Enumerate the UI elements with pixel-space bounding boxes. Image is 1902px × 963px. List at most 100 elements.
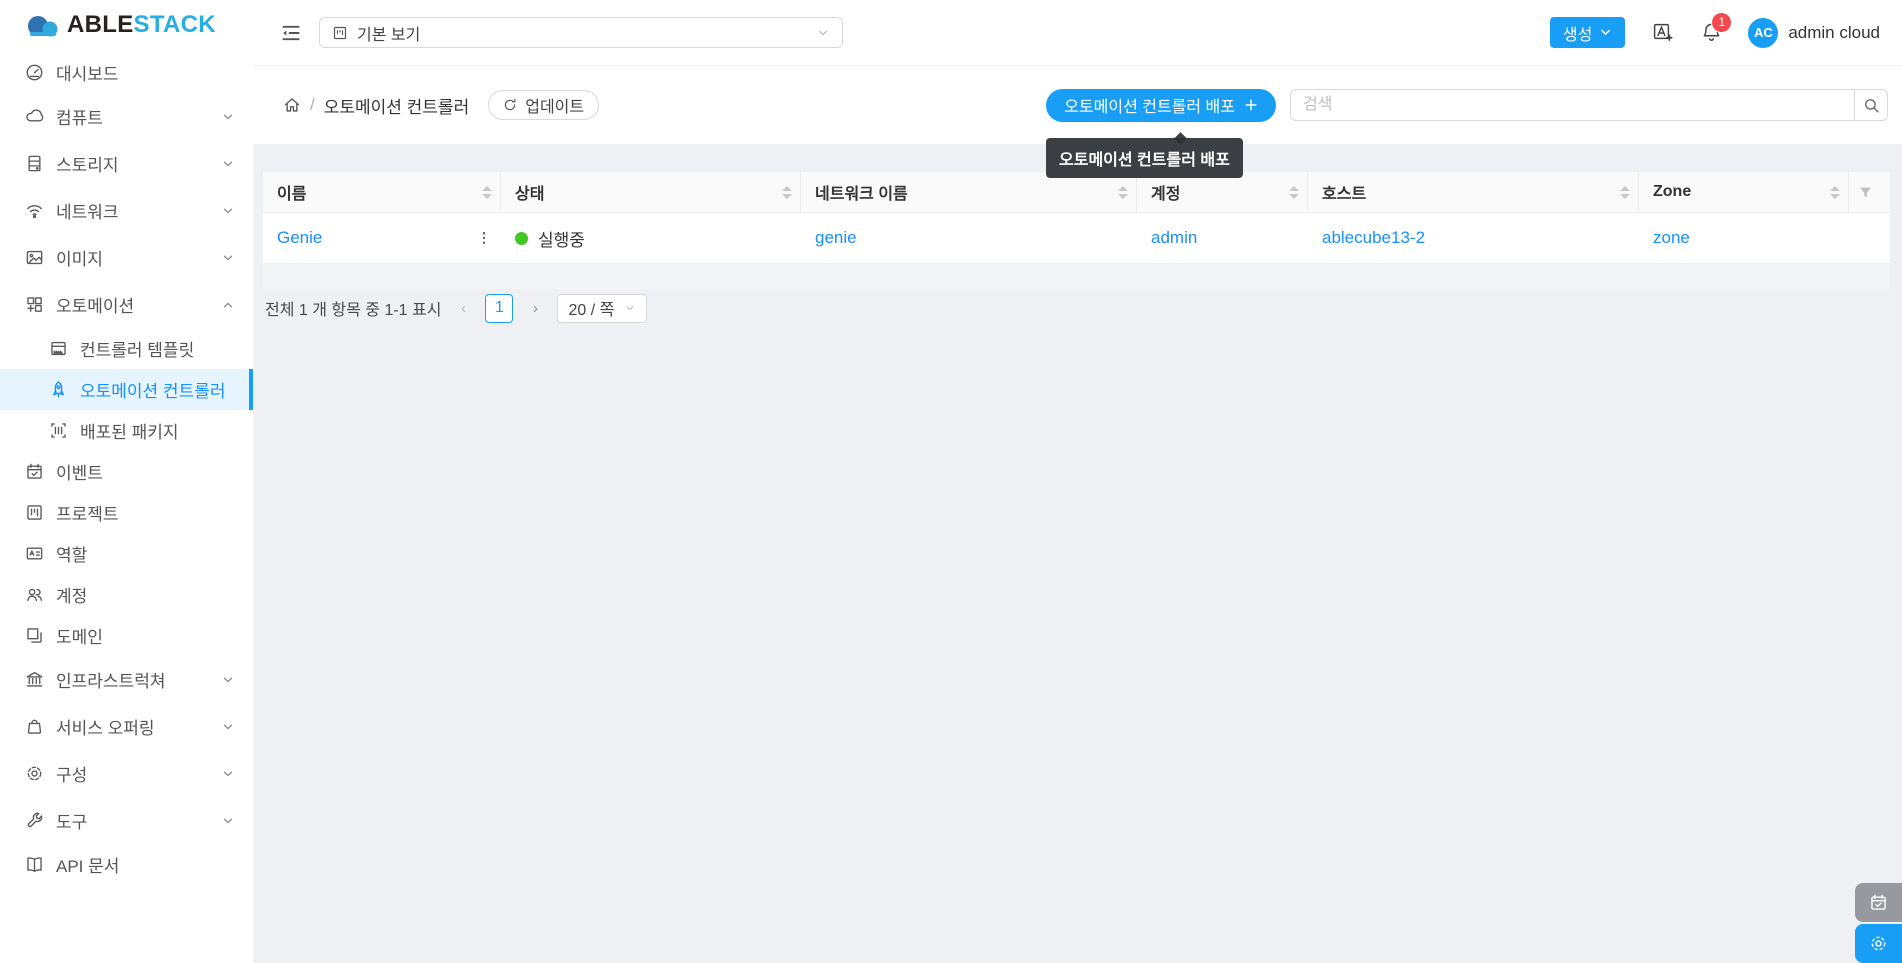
ablestack-logo[interactable]: ABLESTACK: [0, 0, 253, 50]
pagination-summary: 전체 1 개 항목 중 1-1 표시: [265, 302, 442, 319]
sidebar-item-label: 배포된 패키지: [80, 423, 179, 442]
view-select[interactable]: 기본 보기: [319, 17, 843, 48]
sidebar-item-label: 도메인: [56, 628, 103, 647]
status-badge: 실행중: [515, 226, 585, 251]
project-icon: [24, 503, 44, 523]
pagination: 전체 1 개 항목 중 1-1 표시 ‹ 1 › 20 / 쪽: [265, 288, 648, 328]
notification-bell-icon[interactable]: 1: [1699, 12, 1732, 45]
row-host-link[interactable]: ablecube13-2: [1322, 228, 1425, 248]
chevron-down-icon: [221, 767, 235, 781]
deploy-tooltip: 오토메이션 컨트롤러 배포: [1046, 132, 1243, 178]
column-header-host[interactable]: 호스트: [1308, 172, 1639, 212]
sidebar-item-label: 서비스 오퍼링: [56, 719, 155, 738]
team-icon: [24, 585, 44, 605]
column-header-zone[interactable]: Zone: [1639, 172, 1849, 212]
search-icon[interactable]: [1854, 89, 1888, 121]
sidebar-item-accounts[interactable]: 계정: [0, 574, 253, 615]
page-number[interactable]: 1: [485, 293, 514, 323]
package-icon: [48, 421, 68, 441]
header-right: 생성 1 AC admin cloud: [1549, 12, 1880, 48]
sidebar-item-configuration[interactable]: 구성: [0, 750, 253, 797]
prev-page-icon[interactable]: ‹: [451, 294, 475, 322]
sidebar-item-label: API 문서: [56, 857, 120, 876]
gear-icon: [1871, 936, 1886, 951]
status-dot-running: [515, 231, 528, 245]
page-size-select[interactable]: 20 / 쪽: [557, 293, 648, 323]
bank-icon: [24, 670, 44, 690]
sidebar-item-label: 계정: [56, 587, 88, 606]
home-icon[interactable]: [283, 96, 301, 114]
sidebar-item-network[interactable]: 네트워크: [0, 187, 253, 234]
row-name-link[interactable]: Genie: [277, 228, 322, 248]
action-bar-right: 오토메이션 컨트롤러 배포: [1046, 88, 1888, 122]
plus-icon: [1245, 99, 1257, 111]
sidebar-item-storage[interactable]: 스토리지: [0, 140, 253, 187]
project-view-icon: [332, 25, 348, 41]
sorter-icon: [1118, 185, 1128, 199]
sorter-icon: [1289, 185, 1299, 199]
row-zone-link[interactable]: zone: [1653, 228, 1690, 248]
sidebar-item-label: 역할: [56, 546, 88, 565]
sidebar-item-service-offerings[interactable]: 서비스 오퍼링: [0, 703, 253, 750]
gear-icon: [24, 764, 44, 784]
rocket-icon: [48, 380, 68, 400]
sidebar-item-automation[interactable]: 오토메이션: [0, 281, 253, 328]
sorter-icon: [482, 185, 492, 199]
sidebar-item-tools[interactable]: 도구: [0, 797, 253, 844]
column-header-network[interactable]: 네트워크 이름: [801, 172, 1137, 212]
sidebar-item-label: 대시보드: [56, 65, 119, 84]
column-header-account[interactable]: 계정: [1137, 172, 1308, 212]
locale-icon[interactable]: [1650, 21, 1674, 45]
column-filter[interactable]: [1849, 172, 1890, 212]
sidebar-item-infrastructure[interactable]: 인프라스트럭쳐: [0, 656, 253, 703]
sidebar-item-roles[interactable]: 역할: [0, 533, 253, 574]
sidebar-item-label: 이미지: [56, 250, 103, 269]
logo-text: ABLESTACK: [67, 11, 216, 38]
sidebar-item-dashboard[interactable]: 대시보드: [0, 52, 253, 93]
create-button[interactable]: 생성: [1549, 17, 1626, 48]
user-menu[interactable]: AC admin cloud: [1748, 17, 1880, 48]
row-network-link[interactable]: genie: [815, 228, 857, 248]
event-log-button[interactable]: [1855, 883, 1902, 922]
sidebar-item-label: 스토리지: [56, 156, 119, 175]
sidebar-item-api-docs[interactable]: API 문서: [0, 844, 253, 885]
bag-icon: [24, 717, 44, 737]
sidebar-item-label: 컴퓨트: [56, 109, 103, 128]
sidebar-item-deployed-packages[interactable]: 배포된 패키지: [0, 410, 253, 451]
filter-icon: [1858, 185, 1873, 200]
sidebar-item-compute[interactable]: 컴퓨트: [0, 93, 253, 140]
next-page-icon[interactable]: ›: [523, 294, 547, 322]
wifi-icon: [24, 201, 44, 221]
menu-fold-icon[interactable]: [280, 20, 306, 46]
breadcrumb-separator: /: [310, 95, 315, 114]
update-button[interactable]: 업데이트: [488, 90, 600, 120]
notification-badge: 1: [1712, 12, 1732, 32]
row-actions-icon[interactable]: [473, 230, 495, 246]
chevron-down-icon: [221, 204, 235, 218]
storage-icon: [24, 154, 44, 174]
sidebar-item-projects[interactable]: 프로젝트: [0, 492, 253, 533]
sidebar-item-controller-templates[interactable]: 컨트롤러 템플릿: [0, 328, 253, 369]
search-input[interactable]: [1290, 89, 1854, 121]
sidebar-item-label: 오토메이션: [56, 297, 135, 316]
settings-button[interactable]: [1855, 924, 1902, 963]
sidebar-item-label: 이벤트: [56, 464, 103, 483]
row-account-link[interactable]: admin: [1151, 228, 1197, 248]
main-content: / 오토메이션 컨트롤러 업데이트 오토메이션 컨트롤러 배포 검색 오토메이션…: [253, 66, 1902, 963]
sorter-icon: [1830, 185, 1840, 199]
deploy-controller-button[interactable]: 오토메이션 컨트롤러 배포: [1046, 88, 1276, 122]
sidebar-item-label: 오토메이션 컨트롤러: [80, 382, 226, 401]
picture-icon: [24, 248, 44, 268]
sidebar-item-label: 인프라스트럭쳐: [56, 672, 166, 691]
book-icon: [24, 855, 44, 875]
column-header-name[interactable]: 이름: [263, 172, 501, 212]
sidebar-item-images[interactable]: 이미지: [0, 234, 253, 281]
sidebar-item-events[interactable]: 이벤트: [0, 451, 253, 492]
column-header-status[interactable]: 상태: [501, 172, 801, 212]
cloud-icon: [24, 107, 44, 127]
sidebar-item-domains[interactable]: 도메인: [0, 615, 253, 656]
username: admin cloud: [1788, 22, 1880, 42]
calendar-icon: [24, 462, 44, 482]
chevron-down-icon: [221, 110, 235, 124]
sidebar-item-automation-controllers[interactable]: 오토메이션 컨트롤러: [0, 369, 253, 410]
